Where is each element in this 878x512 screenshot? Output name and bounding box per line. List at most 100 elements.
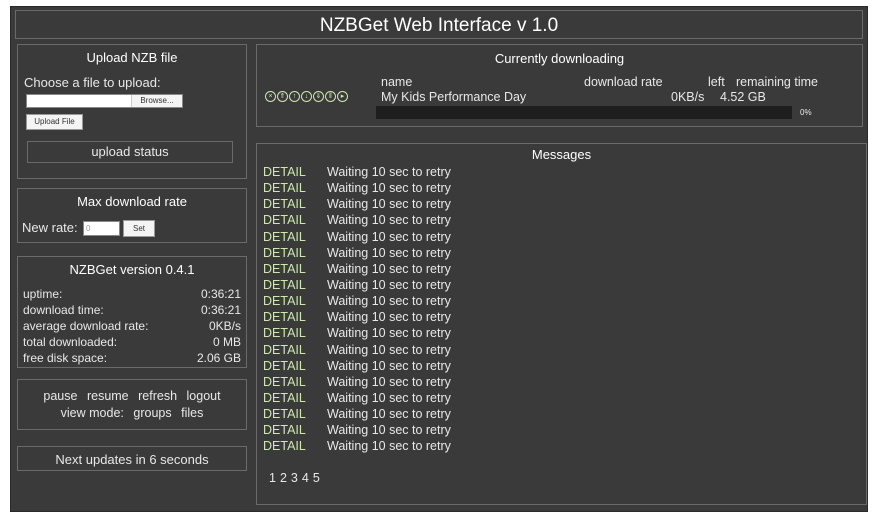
upload-file-button[interactable]: Upload File xyxy=(26,114,83,130)
message-row: DETAIL Waiting 10 sec to retry xyxy=(263,230,451,246)
page-link[interactable]: 3 xyxy=(291,471,298,485)
message-row: DETAIL Waiting 10 sec to retry xyxy=(263,407,451,423)
rate-input[interactable]: 0 xyxy=(83,221,120,236)
message-kind: DETAIL xyxy=(263,374,306,389)
stat-label: free disk space: xyxy=(23,351,108,365)
page-link[interactable]: 4 xyxy=(302,471,309,485)
stat-label: average download rate: xyxy=(23,319,149,333)
message-row: DETAIL Waiting 10 sec to retry xyxy=(263,213,451,229)
message-kind: DETAIL xyxy=(263,390,306,405)
download-progress-bar xyxy=(376,106,792,119)
download-name[interactable]: My Kids Performance Day xyxy=(381,90,526,104)
message-row: DETAIL Waiting 10 sec to retry xyxy=(263,359,451,375)
app-window: NZBGet Web Interface v 1.0 Upload NZB fi… xyxy=(10,6,868,512)
stat-label: uptime: xyxy=(23,287,63,301)
file-input[interactable]: Browse... xyxy=(26,94,183,108)
pause-icon[interactable]: ‖ xyxy=(325,91,336,102)
message-text: Waiting 10 sec to retry xyxy=(327,358,451,373)
message-text: Waiting 10 sec to retry xyxy=(327,277,451,292)
choose-file-label: Choose a file to upload: xyxy=(24,75,161,90)
download-panel: Currently downloading name download rate… xyxy=(256,44,863,127)
page-link[interactable]: 1 xyxy=(269,471,276,485)
new-rate-label: New rate: xyxy=(22,220,78,235)
message-kind: DETAIL xyxy=(263,326,306,341)
move-top-icon[interactable]: ⇑ xyxy=(277,91,288,102)
col-name-header: name xyxy=(381,75,413,89)
message-kind: DETAIL xyxy=(263,197,306,212)
message-kind: DETAIL xyxy=(263,310,306,325)
message-text: Waiting 10 sec to retry xyxy=(327,407,451,422)
message-row: DETAIL Waiting 10 sec to retry xyxy=(263,326,451,342)
message-kind: DETAIL xyxy=(263,423,306,438)
message-kind: DETAIL xyxy=(263,261,306,276)
move-up-icon[interactable]: ↑ xyxy=(289,91,300,102)
message-kind: DETAIL xyxy=(263,165,306,179)
message-kind: DETAIL xyxy=(263,277,306,292)
col-rate-header: download rate xyxy=(584,75,663,89)
message-text: Waiting 10 sec to retry xyxy=(327,245,451,260)
message-kind: DETAIL xyxy=(263,342,306,357)
message-kind: DETAIL xyxy=(263,439,306,454)
message-row: DETAIL Waiting 10 sec to retry xyxy=(263,181,451,197)
stat-row-average-rate: average download rate: 0KB/s xyxy=(23,319,241,333)
message-kind: DETAIL xyxy=(263,407,306,422)
message-text: Waiting 10 sec to retry xyxy=(327,342,451,357)
message-row: DETAIL Waiting 10 sec to retry xyxy=(263,246,451,262)
upload-panel-title: Upload NZB file xyxy=(86,50,178,65)
download-controls: × ⇑ ↑ ↓ ⇓ ‖ ▸ xyxy=(265,91,349,103)
stat-row-total-downloaded: total downloaded: 0 MB xyxy=(23,335,241,349)
view-files-link[interactable]: files xyxy=(181,406,203,420)
move-bottom-icon[interactable]: ⇓ xyxy=(313,91,324,102)
stat-value: 0KB/s xyxy=(208,319,241,333)
col-left-header: left xyxy=(708,75,725,89)
stat-row-uptime: uptime: 0:36:21 xyxy=(23,287,241,301)
message-text: Waiting 10 sec to retry xyxy=(327,213,451,228)
message-kind: DETAIL xyxy=(263,181,306,196)
rate-panel: Max download rate New rate: 0 Set xyxy=(17,188,247,243)
move-down-icon[interactable]: ↓ xyxy=(301,91,312,102)
resume-icon[interactable]: ▸ xyxy=(337,91,348,102)
message-row: DETAIL Waiting 10 sec to retry xyxy=(263,262,451,278)
message-text: Waiting 10 sec to retry xyxy=(327,374,451,389)
stat-value: 0 MB xyxy=(212,335,241,349)
download-panel-title: Currently downloading xyxy=(494,51,625,66)
message-row: DETAIL Waiting 10 sec to retry xyxy=(263,278,451,294)
actions-panel: pause resume refresh logout view mode: g… xyxy=(17,379,247,430)
page-link[interactable]: 5 xyxy=(313,471,320,485)
message-row: DETAIL Waiting 10 sec to retry xyxy=(263,375,451,391)
message-text: Waiting 10 sec to retry xyxy=(327,423,451,438)
message-text: Waiting 10 sec to retry xyxy=(327,390,451,405)
message-kind: DETAIL xyxy=(263,229,306,244)
download-rate: 0KB/s xyxy=(671,90,705,104)
logout-link[interactable]: logout xyxy=(187,389,221,403)
upload-panel: Upload NZB file Choose a file to upload:… xyxy=(17,44,247,179)
message-kind: DETAIL xyxy=(263,245,306,260)
resume-link[interactable]: resume xyxy=(87,389,129,403)
pause-link[interactable]: pause xyxy=(43,389,77,403)
browse-button[interactable]: Browse... xyxy=(131,95,182,107)
message-row: DETAIL Waiting 10 sec to retry xyxy=(263,165,451,181)
message-kind: DETAIL xyxy=(263,213,306,228)
message-text: Waiting 10 sec to retry xyxy=(327,261,451,276)
stat-label: total downloaded: xyxy=(23,335,118,349)
message-text: Waiting 10 sec to retry xyxy=(327,165,451,179)
actions-line: pause resume refresh logout xyxy=(18,389,246,403)
message-row: DETAIL Waiting 10 sec to retry xyxy=(263,343,451,359)
progress-percent: 0% xyxy=(800,108,812,117)
message-text: Waiting 10 sec to retry xyxy=(327,181,451,196)
message-kind: DETAIL xyxy=(263,294,306,309)
message-text: Waiting 10 sec to retry xyxy=(327,326,451,341)
pagination: 12345 xyxy=(269,471,324,485)
page-title: NZBGet Web Interface v 1.0 xyxy=(319,15,559,36)
col-time-header: remaining time xyxy=(736,75,818,89)
view-mode-label: view mode: xyxy=(60,406,124,420)
message-text: Waiting 10 sec to retry xyxy=(327,197,451,212)
rate-panel-title: Max download rate xyxy=(77,194,187,209)
view-groups-link[interactable]: groups xyxy=(133,406,171,420)
message-row: DETAIL Waiting 10 sec to retry xyxy=(263,310,451,326)
refresh-link[interactable]: refresh xyxy=(138,389,177,403)
set-rate-button[interactable]: Set xyxy=(123,220,155,237)
page-link[interactable]: 2 xyxy=(280,471,287,485)
cancel-icon[interactable]: × xyxy=(265,91,276,102)
download-left: 4.52 GB xyxy=(720,90,766,104)
